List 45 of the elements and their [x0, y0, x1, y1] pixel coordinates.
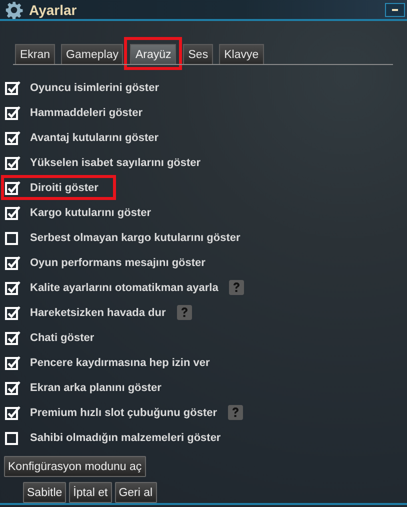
checkbox[interactable]	[5, 80, 21, 95]
checkbox[interactable]	[5, 406, 21, 420]
option-label: Avantaj kutularını göster	[30, 132, 159, 144]
action-button[interactable]: Geri al	[114, 482, 157, 504]
option-label: Serbest olmayan kargo kutularını göster	[30, 232, 240, 244]
option-label: Oyuncu isimlerini göster	[30, 82, 159, 94]
checkbox[interactable]	[5, 280, 21, 295]
option-label: Premium hızlı slot çubuğunu göster	[30, 406, 218, 419]
option-label: Kalite ayarlarını otomatikman ayarla	[30, 282, 218, 294]
checkbox[interactable]	[5, 330, 21, 345]
help-icon[interactable]	[176, 305, 192, 320]
option-label: Ekran arka planını göster	[30, 382, 162, 394]
tab[interactable]: Ses	[183, 44, 214, 64]
tab[interactable]: Klavye	[219, 44, 264, 64]
option-label: Pencere kaydırmasına hep izin ver	[30, 356, 210, 369]
checkbox[interactable]	[5, 430, 21, 445]
window-title: Ayarlar	[29, 2, 77, 18]
option-label: Hammaddeleri göster	[30, 106, 142, 119]
minimize-button[interactable]	[385, 2, 405, 17]
tab[interactable]: Gameplay	[61, 44, 124, 64]
checkbox[interactable]	[5, 130, 21, 145]
option-label: Diroiti göster	[30, 182, 98, 194]
checkbox[interactable]	[5, 256, 21, 270]
checkbox[interactable]	[5, 156, 21, 170]
checkbox[interactable]	[5, 356, 21, 370]
tab[interactable]: Arayüz	[130, 44, 176, 64]
settings-icon	[5, 0, 23, 19]
checkbox[interactable]	[5, 380, 21, 395]
checkbox[interactable]	[5, 180, 21, 195]
option-label: Chati göster	[30, 332, 94, 344]
action-button[interactable]: İptal et	[69, 482, 112, 504]
option-label: Hareketsizken havada dur	[30, 306, 166, 319]
checkbox[interactable]	[5, 106, 21, 120]
option-label: Oyun performans mesajını göster	[30, 256, 206, 269]
checkbox[interactable]	[5, 206, 21, 220]
tab[interactable]: Ekran	[15, 44, 56, 64]
config-mode-button[interactable]: Konfigürasyon modunu aç	[4, 456, 146, 478]
checkbox[interactable]	[5, 306, 21, 320]
checkbox[interactable]	[5, 230, 21, 245]
option-label: Kargo kutularını göster	[30, 206, 152, 219]
option-label: Sahibi olmadığın malzemeleri göster	[30, 432, 221, 444]
option-label: Yükselen isabet sayılarını göster	[30, 156, 201, 169]
action-button[interactable]: Sabitle	[23, 482, 66, 504]
help-icon[interactable]	[229, 280, 244, 296]
help-icon[interactable]	[228, 405, 244, 420]
